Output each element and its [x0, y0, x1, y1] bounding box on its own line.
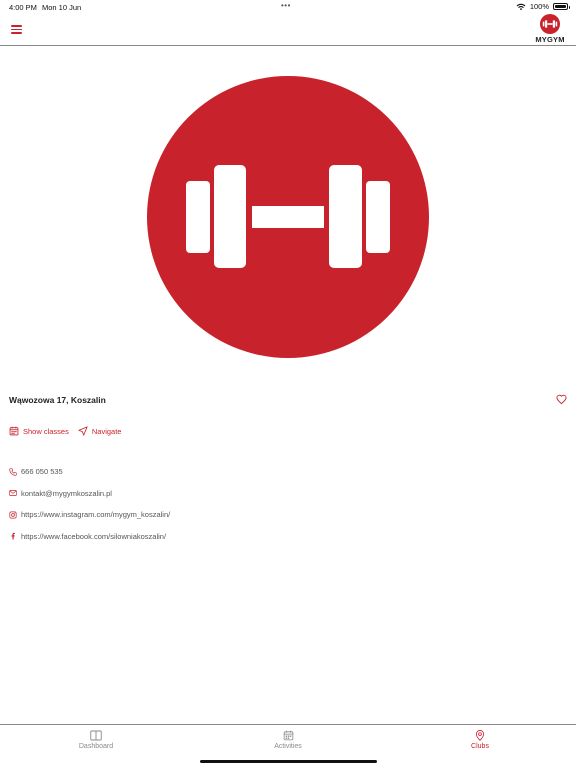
- navigate-button[interactable]: Navigate: [78, 426, 122, 436]
- tab-dashboard[interactable]: Dashboard: [36, 730, 156, 750]
- location-pin-icon: [475, 730, 485, 741]
- phone-icon: [9, 468, 17, 476]
- contact-phone[interactable]: 666 050 535: [9, 461, 170, 483]
- navigation-arrow-icon: [78, 426, 88, 436]
- club-address: Wąwozowa 17, Koszalin: [9, 395, 106, 405]
- club-actions: Show classes Navigate: [9, 426, 121, 436]
- dumbbell-icon: [147, 76, 429, 358]
- status-bar: 4:00 PM Mon 10 Jun ••• 100%: [0, 0, 576, 14]
- dumbbell-logo-icon: [540, 14, 560, 34]
- book-open-icon: [90, 730, 102, 741]
- tab-dashboard-label: Dashboard: [78, 743, 114, 750]
- show-classes-label: Show classes: [23, 426, 69, 436]
- instagram-icon: [9, 511, 17, 519]
- show-classes-button[interactable]: Show classes: [9, 426, 69, 436]
- status-time: 4:00 PM: [9, 3, 37, 12]
- battery-percent: 100%: [529, 2, 549, 11]
- hamburger-menu-icon[interactable]: [11, 24, 22, 34]
- club-contacts: 666 050 535 kontakt@mygymkoszalin.pl htt…: [9, 461, 170, 547]
- status-date: Mon 10 Jun: [42, 3, 82, 12]
- app-header: MYGYM: [0, 14, 576, 46]
- tab-activities-label: Activities: [274, 743, 302, 750]
- heart-icon[interactable]: [556, 394, 567, 405]
- email-address: kontakt@mygymkoszalin.pl: [21, 488, 112, 498]
- tab-clubs-label: Clubs: [471, 743, 489, 750]
- email-icon: [9, 490, 17, 497]
- facebook-icon: [11, 533, 15, 540]
- phone-number: 666 050 535: [21, 467, 63, 477]
- instagram-link: https://www.instagram.com/mygym_koszalin…: [21, 510, 171, 520]
- multitasking-dots-icon[interactable]: •••: [281, 1, 291, 10]
- battery-icon: [553, 3, 570, 10]
- status-right: 100%: [516, 2, 570, 11]
- tab-clubs[interactable]: Clubs: [420, 730, 540, 750]
- mygym-logo: MYGYM: [534, 14, 566, 45]
- contact-instagram[interactable]: https://www.instagram.com/mygym_koszalin…: [9, 504, 170, 526]
- contact-email[interactable]: kontakt@mygymkoszalin.pl: [9, 483, 170, 505]
- home-indicator[interactable]: [200, 760, 377, 763]
- calendar-icon: [9, 426, 19, 436]
- logo-text: MYGYM: [535, 35, 565, 44]
- calendar-icon: [283, 730, 293, 741]
- facebook-link: https://www.facebook.com/silowniakoszali…: [21, 531, 167, 541]
- navigate-label: Navigate: [91, 426, 122, 436]
- club-hero-image: [0, 46, 576, 388]
- tab-activities[interactable]: Activities: [228, 730, 348, 750]
- wifi-icon: [516, 3, 526, 10]
- contact-facebook[interactable]: https://www.facebook.com/silowniakoszali…: [9, 526, 170, 548]
